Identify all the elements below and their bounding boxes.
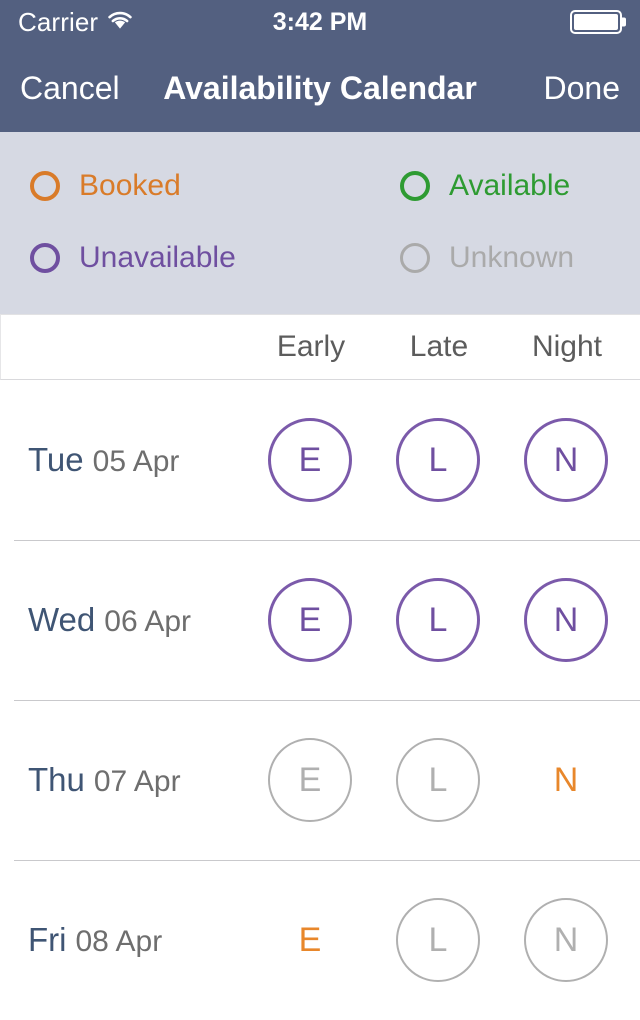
slot-cell-late: L	[374, 898, 502, 982]
legend-row-bottom: Unavailable Unknown	[0, 222, 640, 294]
slot-night-unavailable[interactable]: N	[524, 578, 608, 662]
legend-item-unknown: Unknown	[400, 243, 574, 273]
carrier-label: Carrier	[18, 7, 99, 37]
slot-early-unavailable[interactable]: E	[268, 418, 352, 502]
slot-cell-late: L	[374, 738, 502, 822]
navigation-bar: Cancel Availability Calendar Done	[0, 44, 640, 132]
day-date: 07 Apr	[93, 765, 181, 798]
slot-cell-night: N	[502, 578, 630, 662]
slot-late-unavailable[interactable]: L	[396, 418, 480, 502]
slot-cell-early: E	[246, 578, 374, 662]
slot-cell-late: L	[374, 578, 502, 662]
day-cell: Fri 08 Apr	[0, 923, 246, 957]
battery-full-icon	[570, 10, 626, 34]
day-date: 06 Apr	[104, 605, 191, 638]
slot-night-unavailable[interactable]: N	[524, 418, 608, 502]
slot-late-unknown[interactable]: L	[396, 738, 480, 822]
available-ring-icon	[400, 171, 430, 201]
legend-label-available: Available	[449, 169, 571, 202]
slot-cell-early: E	[246, 738, 374, 822]
table-row: Wed 06 Apr E L N	[0, 540, 640, 700]
availability-table-body: Tue 05 Apr E L N Wed 06 Apr E L N Thu 07 Apr E L N Fri 0…	[0, 380, 640, 1020]
status-bar-left: Carrier	[18, 9, 133, 35]
legend-item-booked: Booked	[0, 171, 400, 201]
slot-night-booked[interactable]: N	[524, 738, 608, 822]
battery-nub	[622, 17, 626, 27]
day-date: 05 Apr	[92, 445, 180, 478]
day-name: Wed	[28, 601, 96, 638]
day-cell: Thu 07 Apr	[0, 763, 246, 797]
legend-item-unavailable: Unavailable	[0, 243, 400, 273]
day-name: Fri	[28, 921, 67, 958]
unavailable-ring-icon	[30, 243, 60, 273]
unknown-ring-icon	[400, 243, 430, 273]
slot-cell-night: N	[502, 418, 630, 502]
slot-night-unknown[interactable]: N	[524, 898, 608, 982]
legend: Booked Available Unavailable Unknown	[0, 132, 640, 314]
slot-late-unavailable[interactable]: L	[396, 578, 480, 662]
status-bar: Carrier 3:42 PM	[0, 0, 640, 44]
slot-early-unavailable[interactable]: E	[268, 578, 352, 662]
battery-fill	[574, 14, 618, 30]
slot-cell-early: E	[246, 418, 374, 502]
legend-label-unknown: Unknown	[449, 241, 575, 274]
day-name: Thu	[28, 761, 85, 798]
done-button[interactable]: Done	[544, 72, 621, 104]
day-date: 08 Apr	[75, 925, 163, 958]
booked-ring-icon	[30, 171, 60, 201]
table-column-header: Early Late Night	[0, 314, 640, 380]
column-header-early: Early	[276, 330, 346, 363]
slot-early-booked[interactable]: E	[268, 898, 352, 982]
slot-late-unknown[interactable]: L	[396, 898, 480, 982]
slot-cell-night: N	[502, 738, 630, 822]
wifi-icon	[107, 10, 133, 35]
legend-item-available: Available	[400, 171, 570, 201]
slot-cell-early: E	[246, 898, 374, 982]
column-header-night: Night	[531, 330, 603, 363]
table-row: Tue 05 Apr E L N	[0, 380, 640, 540]
legend-label-unavailable: Unavailable	[79, 241, 236, 274]
table-row: Fri 08 Apr E L N	[0, 860, 640, 1020]
table-row: Thu 07 Apr E L N	[0, 700, 640, 860]
day-cell: Tue 05 Apr	[0, 443, 246, 477]
legend-label-booked: Booked	[79, 169, 181, 202]
slot-early-unknown[interactable]: E	[268, 738, 352, 822]
legend-row-top: Booked Available	[0, 150, 640, 222]
status-bar-right	[570, 10, 626, 34]
day-cell: Wed 06 Apr	[0, 603, 246, 637]
slot-cell-late: L	[374, 418, 502, 502]
slot-cell-night: N	[502, 898, 630, 982]
day-name: Tue	[28, 441, 84, 478]
column-header-late: Late	[409, 330, 469, 363]
cancel-button[interactable]: Cancel	[20, 72, 120, 104]
